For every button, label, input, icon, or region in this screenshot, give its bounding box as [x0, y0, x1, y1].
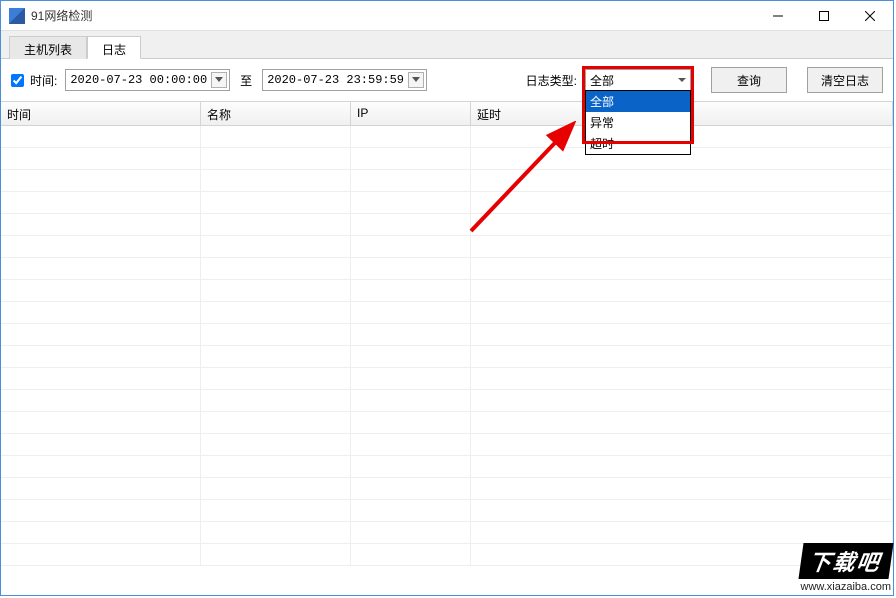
tab-bar: 主机列表 日志: [1, 31, 893, 59]
log-type-selected: 全部: [590, 72, 614, 89]
log-type-combo[interactable]: 全部: [585, 69, 691, 91]
table-row: [1, 302, 893, 324]
log-type-option-abnormal[interactable]: 异常: [586, 112, 690, 133]
to-label: 至: [240, 72, 252, 89]
grid-header: 时间 名称 IP 延时: [1, 102, 893, 126]
calendar-icon[interactable]: [408, 72, 424, 88]
log-type-option-timeout[interactable]: 超时: [586, 133, 690, 154]
table-row: [1, 236, 893, 258]
col-header-ip[interactable]: IP: [351, 102, 471, 125]
table-row: [1, 192, 893, 214]
log-type-combo-wrap: 全部 全部 异常 超时: [585, 69, 691, 91]
table-row: [1, 214, 893, 236]
log-type-option-all[interactable]: 全部: [586, 91, 690, 112]
table-row: [1, 522, 893, 544]
table-row: [1, 148, 893, 170]
toolbar: 时间: 2020-07-23 00:00:00 至 2020-07-23 23:…: [1, 59, 893, 101]
grid-body: [1, 126, 893, 586]
app-window: 91网络检测 主机列表 日志 时间: 2020-07-23 00:00:00: [0, 0, 894, 596]
watermark: 下载吧 www.xiazaiba.com: [801, 543, 891, 593]
close-button[interactable]: [847, 1, 893, 30]
log-type-label: 日志类型:: [526, 72, 577, 89]
table-row: [1, 126, 893, 148]
chevron-down-icon: [678, 78, 686, 82]
table-row: [1, 412, 893, 434]
table-row: [1, 500, 893, 522]
titlebar: 91网络检测: [1, 1, 893, 31]
table-row: [1, 544, 893, 566]
date-from-input[interactable]: 2020-07-23 00:00:00: [65, 69, 230, 91]
time-label: 时间:: [30, 72, 57, 89]
table-row: [1, 478, 893, 500]
table-row: [1, 170, 893, 192]
log-type-dropdown: 全部 异常 超时: [585, 90, 691, 155]
tab-log[interactable]: 日志: [87, 36, 141, 59]
window-title: 91网络检测: [31, 7, 755, 24]
date-from-value: 2020-07-23 00:00:00: [70, 73, 207, 87]
watermark-url: www.xiazaiba.com: [801, 581, 891, 593]
time-checkbox[interactable]: [11, 74, 24, 87]
query-button[interactable]: 查询: [711, 67, 787, 93]
date-to-value: 2020-07-23 23:59:59: [267, 73, 404, 87]
table-row: [1, 456, 893, 478]
table-row: [1, 390, 893, 412]
tab-host-list[interactable]: 主机列表: [9, 36, 87, 59]
col-header-name[interactable]: 名称: [201, 102, 351, 125]
app-icon: [9, 8, 25, 24]
log-grid: 时间 名称 IP 延时: [1, 101, 893, 586]
col-header-time[interactable]: 时间: [1, 102, 201, 125]
table-row: [1, 346, 893, 368]
minimize-button[interactable]: [755, 1, 801, 30]
calendar-icon[interactable]: [211, 72, 227, 88]
table-row: [1, 280, 893, 302]
date-to-input[interactable]: 2020-07-23 23:59:59: [262, 69, 427, 91]
watermark-logo: 下载吧: [798, 543, 894, 579]
table-row: [1, 324, 893, 346]
maximize-button[interactable]: [801, 1, 847, 30]
clear-log-button[interactable]: 清空日志: [807, 67, 883, 93]
window-controls: [755, 1, 893, 30]
table-row: [1, 434, 893, 456]
table-row: [1, 368, 893, 390]
table-row: [1, 258, 893, 280]
